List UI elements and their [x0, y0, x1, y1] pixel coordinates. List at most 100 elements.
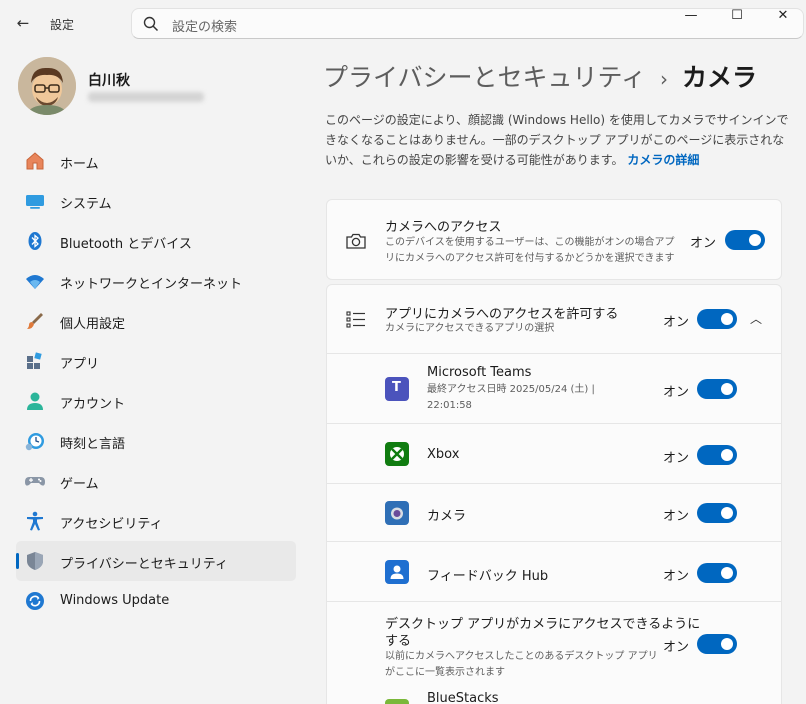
sidebar-item-label: ゲーム [60, 477, 99, 492]
apps-icon [27, 352, 42, 369]
close-button[interactable]: ✕ [760, 0, 806, 32]
app-name: Microsoft Teams [427, 365, 532, 380]
app-toggle-xbox[interactable] [697, 445, 737, 465]
windows-update-icon [26, 592, 44, 610]
sidebar-item-label: アクセシビリティ [60, 517, 163, 532]
sidebar-item-system[interactable]: システム [16, 181, 296, 221]
camera-access-toggle[interactable] [725, 230, 765, 250]
account-icon [27, 392, 43, 410]
app-name: Xbox [427, 447, 460, 462]
xbox-icon [385, 442, 409, 466]
app-last-access-time: 22:01:58 [427, 400, 472, 411]
camera-access-subtitle: このデバイスを使用するユーザーは、この機能がオンの場合アプリにカメラへのアクセス… [385, 237, 675, 264]
app-toggle-teams[interactable] [697, 379, 737, 399]
clock-language-icon [25, 433, 44, 451]
user-email-blurred [88, 92, 204, 102]
app-state: オン [663, 385, 690, 400]
search-placeholder: 設定の検索 [172, 20, 238, 35]
app-toggle-camera[interactable] [697, 503, 737, 523]
camera-app-icon [385, 501, 409, 525]
user-name: 白川秋 [88, 73, 130, 89]
sidebar-item-network[interactable]: ネットワークとインターネット [16, 261, 296, 301]
sidebar-item-label: Windows Update [60, 593, 170, 608]
sidebar-item-personalization[interactable]: 個人用設定 [16, 301, 296, 341]
desktop-apps-title-cont: する [385, 634, 412, 649]
network-icon [26, 275, 44, 289]
desktop-apps-state: オン [663, 640, 690, 655]
sidebar-nav: ホーム システム Bluetooth とデバイス ネットワークとインターネット … [16, 141, 296, 621]
maximize-button[interactable]: ☐ [714, 0, 760, 32]
title-bar: ← 設定 設定の検索 — ☐ ✕ [0, 0, 806, 46]
camera-access-state: オン [690, 236, 717, 251]
teams-icon: T [385, 377, 409, 401]
app-toggle-feedback-hub[interactable] [697, 563, 737, 583]
sidebar-item-label: アプリ [60, 357, 100, 372]
gamepad-icon [25, 477, 45, 486]
shield-icon [27, 552, 43, 570]
avatar[interactable] [18, 57, 76, 115]
back-button[interactable]: ← [10, 12, 36, 34]
page-description: このページの設定により、顔認識 (Windows Hello) を使用してカメラ… [325, 110, 795, 170]
brush-icon [27, 313, 43, 329]
app-state: オン [663, 509, 690, 524]
camera-access-card: カメラへのアクセス このデバイスを使用するユーザーは、この機能がオンの場合アプリ… [326, 199, 782, 280]
sidebar-item-accounts[interactable]: アカウント [16, 381, 296, 421]
description-text: このページの設定により、顔認識 (Windows Hello) を使用してカメラ… [325, 113, 789, 167]
breadcrumb-parent[interactable]: プライバシーとセキュリティ [323, 63, 646, 92]
app-access-toggle[interactable] [697, 309, 737, 329]
app-row-feedback-hub: フィードバック Hub オン [327, 541, 781, 601]
page-title: プライバシーとセキュリティ › カメラ [323, 58, 757, 94]
camera-icon [346, 233, 366, 249]
app-state: オン [663, 569, 690, 584]
app-last-access: 最終アクセス日時 2025/05/24 (土) | [427, 384, 595, 395]
search-icon [143, 16, 159, 32]
minimize-button[interactable]: — [668, 0, 714, 32]
app-name: カメラ [427, 509, 467, 524]
sidebar-item-accessibility[interactable]: アクセシビリティ [16, 501, 296, 541]
breadcrumb-current: カメラ [682, 63, 758, 92]
breadcrumb-separator: › [660, 67, 669, 91]
sidebar-item-home[interactable]: ホーム [16, 141, 296, 181]
app-name: フィードバック Hub [427, 569, 549, 584]
sidebar-item-windows-update[interactable]: Windows Update [16, 581, 296, 621]
app-row-camera: カメラ オン [327, 483, 781, 541]
sidebar-item-label: アカウント [60, 397, 126, 412]
sidebar-item-label: 時刻と言語 [60, 437, 126, 452]
app-row-xbox: Xbox オン [327, 423, 781, 483]
sidebar-item-gaming[interactable]: ゲーム [16, 461, 296, 501]
sidebar-item-apps[interactable]: アプリ [16, 341, 296, 381]
sidebar-item-label: ホーム [60, 157, 99, 172]
bluestacks-icon [385, 699, 409, 704]
app-access-title: アプリにカメラへのアクセスを許可する [385, 307, 619, 322]
sidebar-item-privacy-security[interactable]: プライバシーとセキュリティ [16, 541, 296, 581]
app-access-subtitle: カメラにアクセスできるアプリの選択 [385, 323, 555, 334]
home-icon [26, 152, 44, 170]
app-access-card: アプリにカメラへのアクセスを許可する カメラにアクセスできるアプリの選択 オン … [326, 284, 782, 704]
sidebar-item-label: プライバシーとセキュリティ [60, 557, 228, 572]
app-title: 設定 [50, 18, 75, 32]
system-icon [26, 195, 44, 209]
accessibility-icon [27, 511, 43, 531]
feedback-hub-icon [385, 560, 409, 584]
sidebar-item-label: ネットワークとインターネット [60, 277, 243, 292]
desktop-apps-subtitle: 以前にカメラへアクセスしたことのあるデスクトップ アプリ [385, 651, 658, 662]
desktop-apps-subtitle-cont: がここに一覧表示されます [385, 667, 505, 678]
sidebar-item-bluetooth[interactable]: Bluetooth とデバイス [16, 221, 296, 261]
sidebar-item-label: 個人用設定 [60, 317, 126, 332]
app-row-teams: T Microsoft Teams 最終アクセス日時 2025/05/24 (土… [327, 353, 781, 423]
app-state: オン [663, 451, 690, 466]
list-icon [346, 311, 365, 328]
camera-access-title: カメラへのアクセス [385, 220, 502, 235]
sidebar-item-label: Bluetooth とデバイス [60, 237, 192, 252]
learn-more-link[interactable]: カメラの詳細 [627, 153, 699, 167]
app-access-header[interactable]: アプリにカメラへのアクセスを許可する カメラにアクセスできるアプリの選択 オン … [327, 285, 781, 353]
desktop-apps-toggle[interactable] [697, 634, 737, 654]
sidebar-item-time-language[interactable]: 時刻と言語 [16, 421, 296, 461]
desktop-apps-row: デスクトップ アプリがカメラにアクセスできるように する 以前にカメラへアクセス… [327, 601, 781, 704]
desktop-app-name: BlueStacks [427, 691, 499, 704]
avatar-illustration-icon [18, 57, 76, 115]
arrow-left-icon: ← [16, 14, 30, 32]
chevron-up-icon[interactable]: ︿ [750, 310, 762, 327]
bluetooth-icon [28, 232, 42, 250]
desktop-apps-title: デスクトップ アプリがカメラにアクセスできるように [385, 617, 701, 632]
